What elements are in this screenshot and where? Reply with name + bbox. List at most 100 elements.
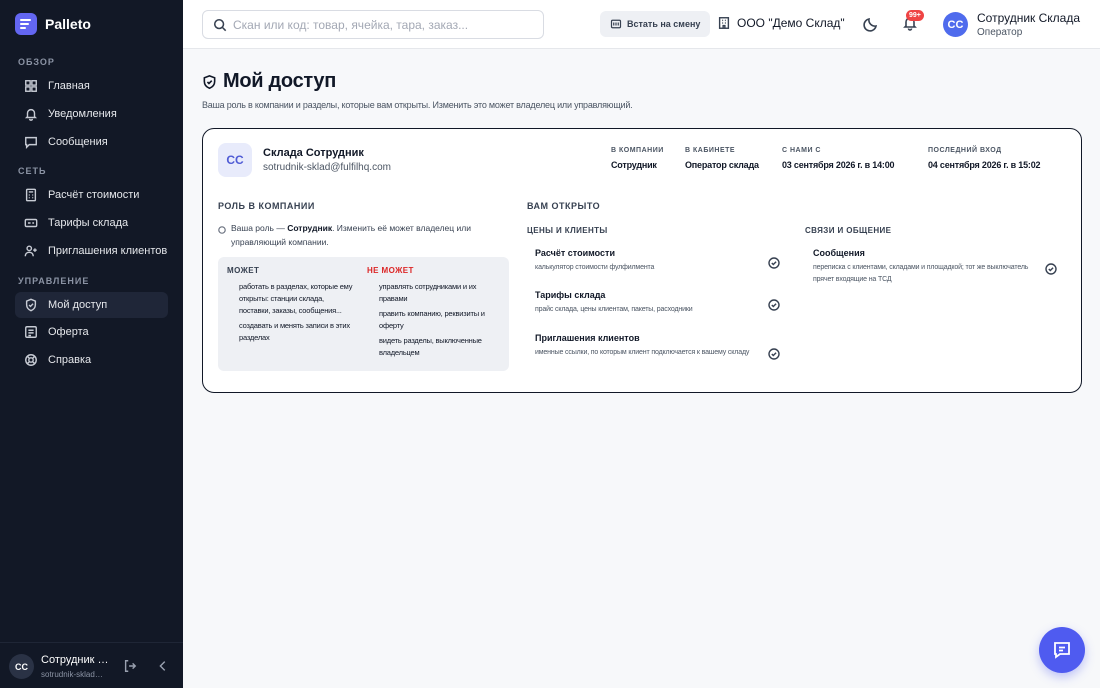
sidebar-item-messages[interactable]: Сообщения (15, 129, 168, 155)
check-circle-icon (768, 347, 780, 360)
help-icon (24, 353, 38, 367)
sidebar-item-label: Главная (48, 80, 90, 92)
sidebar-item-invitations[interactable]: Приглашения клиентов (15, 238, 168, 264)
grid-icon (24, 79, 38, 93)
access-item-name: Тарифы склада (535, 290, 606, 300)
scanner-icon (610, 19, 622, 29)
brand[interactable]: Palleto (15, 13, 91, 35)
logout-icon[interactable] (123, 659, 137, 673)
can-title: МОЖЕТ (227, 266, 260, 275)
bell-icon (24, 107, 38, 121)
section-title-network: СЕТЬ (18, 166, 47, 176)
meta-value: 03 сентября 2026 г. в 14:00 (782, 160, 895, 170)
page-title: Мой доступ (223, 70, 336, 92)
sidebar-item-label: Мой доступ (48, 299, 108, 311)
meta-label: ПОСЛЕДНИЙ ВХОД (928, 147, 1002, 154)
list-item: создавать и менять записи в этих раздела… (239, 321, 350, 342)
meta-company-role: В КОМПАНИИ Сотрудник (611, 147, 664, 170)
profile-name: Склада Сотрудник (263, 147, 364, 159)
list-item: видеть разделы, выключенные владельцем (379, 336, 482, 357)
role-note-role: Сотрудник (287, 223, 333, 233)
access-item-tariffs: Тарифы склада прайс склада, цены клиента… (535, 290, 760, 316)
app-name: Palleto (45, 16, 91, 32)
info-circle-icon (218, 224, 226, 234)
message-icon (24, 135, 38, 149)
section-title-overview: ОБЗОР (18, 57, 55, 67)
header-user-name[interactable]: Сотрудник Склада (977, 11, 1080, 25)
start-shift-button[interactable]: Встать на смену (600, 11, 710, 37)
section-title-management: УПРАВЛЕНИЕ (18, 276, 90, 286)
role-section-title: РОЛЬ В КОМПАНИИ (218, 201, 315, 211)
organization-name: ООО "Демо Склад" (737, 16, 845, 30)
user-name: Сотрудник Склада (41, 654, 109, 666)
meta-label: В КОМПАНИИ (611, 147, 664, 154)
organization-switcher[interactable]: ООО "Демо Склад" (717, 16, 845, 30)
profile-avatar: CC (218, 143, 252, 177)
access-item-name: Сообщения (813, 248, 865, 258)
list-item: править компанию, реквизиты и оферту (379, 309, 485, 330)
meta-label: С НАМИ С (782, 147, 821, 154)
top-bar: Встать на смену ООО "Демо Склад" 99+ CC … (183, 0, 1100, 49)
permissions-box: МОЖЕТ работать в разделах, которые ему о… (218, 257, 509, 371)
shield-check-icon (203, 74, 216, 89)
sidebar-item-label: Приглашения клиентов (48, 245, 168, 257)
sidebar-item-my-access[interactable]: Мой доступ (15, 292, 168, 318)
page-heading: Мой доступ (202, 70, 336, 93)
can-column: МОЖЕТ работать в разделах, которые ему о… (227, 266, 357, 347)
collapse-sidebar-icon[interactable] (156, 659, 170, 673)
sidebar-item-label: Уведомления (48, 108, 117, 120)
search-input[interactable] (233, 15, 533, 35)
sidebar-item-label: Справка (48, 354, 92, 366)
palleto-logo-icon (15, 13, 37, 35)
calculator-icon (24, 188, 38, 202)
document-icon (24, 325, 38, 339)
meta-cabinet-role: В КАБИНЕТЕ Оператор склада (685, 147, 759, 170)
check-circle-icon (768, 298, 780, 311)
meta-last-login: ПОСЛЕДНИЙ ВХОД 04 сентября 2026 г. в 15:… (928, 147, 1041, 170)
list-item: работать в разделах, которые ему открыты… (239, 282, 353, 315)
user-avatar[interactable]: CC (943, 12, 968, 37)
access-item-calculator: Расчёт стоимости калькулятор стоимости ф… (535, 248, 760, 274)
chat-icon (1054, 642, 1070, 659)
tariff-icon (24, 216, 38, 230)
sidebar-footer: CC Сотрудник Склада sotrudnik-sklad@fulf… (0, 642, 183, 688)
access-item-desc: прайс склада, цены клиентам, пакеты, рас… (535, 306, 693, 313)
search-icon (213, 18, 227, 32)
meta-joined: С НАМИ С 03 сентября 2026 г. в 14:00 (782, 147, 895, 170)
sidebar-item-tariffs[interactable]: Тарифы склада (15, 210, 168, 236)
list-item: управлять сотрудниками и их правами (379, 282, 477, 303)
sidebar-item-label: Сообщения (48, 136, 108, 148)
chat-button[interactable] (1039, 627, 1085, 673)
sidebar-item-notifications[interactable]: Уведомления (15, 101, 168, 127)
access-item-desc: именные ссылки, по которым клиент подклю… (535, 349, 750, 356)
sidebar-item-label: Оферта (48, 326, 89, 338)
sidebar-item-calculator[interactable]: Расчёт стоимости (15, 182, 168, 208)
access-item-desc: переписка с клиентами, складами и площад… (813, 264, 1029, 283)
page-subtitle: Ваша роль в компании и разделы, которые … (202, 100, 633, 110)
sidebar-item-label: Тарифы склада (48, 217, 129, 229)
shield-icon (24, 298, 38, 312)
access-card: CC Склада Сотрудник sotrudnik-sklad@fulf… (202, 128, 1082, 393)
check-circle-icon (1045, 262, 1057, 275)
avatar[interactable]: CC (9, 654, 34, 679)
role-note: Ваша роль — Сотрудник. Изменить её может… (218, 221, 498, 249)
access-item-name: Приглашения клиентов (535, 333, 640, 343)
role-note-prefix: Ваша роль — (231, 223, 288, 233)
check-circle-icon (768, 256, 780, 269)
sidebar-item-label: Расчёт стоимости (48, 189, 140, 201)
access-item-desc: калькулятор стоимости фулфилмента (535, 264, 655, 271)
notifications-badge: 99+ (906, 10, 924, 21)
meta-value: 04 сентября 2026 г. в 15:02 (928, 160, 1041, 170)
profile-email: sotrudnik-sklad@fulfilhq.com (263, 162, 391, 173)
meta-value: Сотрудник (611, 160, 657, 170)
user-plus-icon (24, 244, 38, 258)
sidebar-item-offer[interactable]: Оферта (15, 319, 168, 345)
meta-label: В КАБИНЕТЕ (685, 147, 736, 154)
sidebar-item-help[interactable]: Справка (15, 347, 168, 373)
header-user-role: Оператор (977, 27, 1023, 38)
sidebar-item-home[interactable]: Главная (15, 73, 168, 99)
group-title-communication: СВЯЗИ И ОБЩЕНИЕ (805, 226, 892, 235)
search-box[interactable] (202, 10, 544, 39)
theme-toggle-moon-icon[interactable] (863, 16, 879, 32)
user-email: sotrudnik-sklad@fulfilhq.com (41, 670, 107, 679)
